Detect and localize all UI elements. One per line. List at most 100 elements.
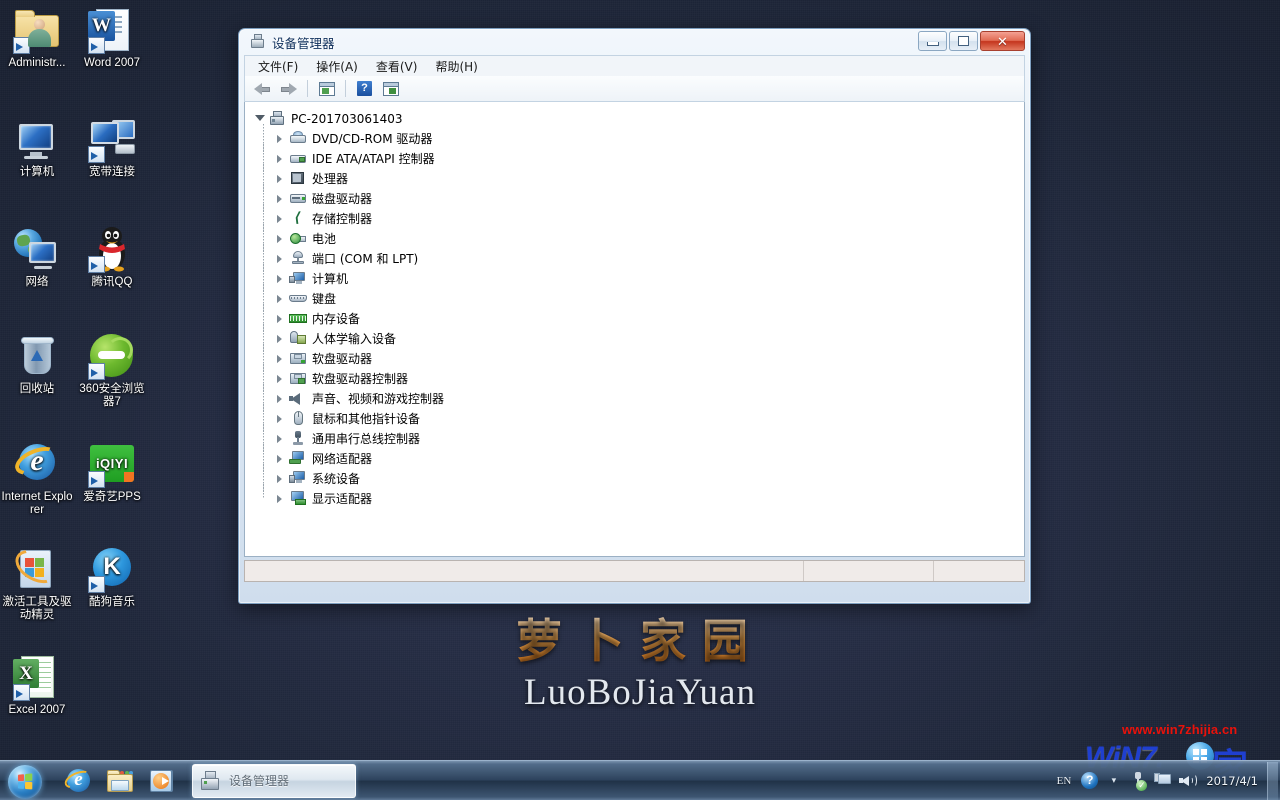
- desktop-icon-administrator[interactable]: Administr...: [0, 6, 74, 70]
- device-tree-panel[interactable]: PC-201703061403 DVD/CD-ROM 驱动器 IDE ATA/A…: [244, 102, 1025, 557]
- volume-icon[interactable]: [1179, 771, 1198, 790]
- properties-icon: [383, 81, 399, 96]
- expand-collapse-toggle[interactable]: [274, 292, 287, 305]
- menu-item-file[interactable]: 文件(F): [249, 56, 307, 77]
- tree-node-keyboard[interactable]: 键盘: [253, 284, 1024, 312]
- window-titlebar[interactable]: 设备管理器 ✕: [244, 29, 1025, 55]
- tree-node-label: PC-201703061403: [291, 111, 403, 126]
- expand-collapse-toggle[interactable]: [274, 452, 287, 465]
- taskbar-button-device-manager[interactable]: 设备管理器: [192, 763, 356, 798]
- tree-node-processor[interactable]: 处理器: [253, 164, 1024, 192]
- expand-collapse-toggle[interactable]: [274, 392, 287, 405]
- toolbar[interactable]: ?: [244, 76, 1025, 102]
- menu-item-help[interactable]: 帮助(H): [426, 56, 486, 77]
- tree-node-label: 软盘驱动器控制器: [312, 372, 409, 386]
- desktop-icon-iqiyi-pps[interactable]: iQIYI 爱奇艺PPS: [75, 440, 149, 504]
- tree-node-disk-drives[interactable]: 磁盘驱动器: [253, 184, 1024, 212]
- expand-collapse-toggle[interactable]: [274, 492, 287, 505]
- expand-collapse-toggle[interactable]: [274, 472, 287, 485]
- disk-drive-icon: [289, 190, 307, 206]
- quick-launch-bar[interactable]: e: [62, 766, 176, 795]
- expand-collapse-toggle[interactable]: [274, 192, 287, 205]
- show-hidden-icons-chevron[interactable]: ▾: [1104, 771, 1123, 790]
- desktop[interactable]: Administr... W Word 2007 计算机 宽带连接 网络 腾讯Q…: [0, 0, 1280, 800]
- taskbar-window-buttons[interactable]: 设备管理器: [192, 763, 356, 798]
- forward-button[interactable]: [277, 78, 300, 100]
- desktop-icon-network[interactable]: 网络: [0, 225, 74, 289]
- action-center-icon[interactable]: ?: [1081, 772, 1099, 789]
- expand-collapse-toggle[interactable]: [274, 272, 287, 285]
- language-indicator[interactable]: EN: [1057, 775, 1072, 787]
- tree-node-display-adapter[interactable]: 显示适配器: [253, 484, 1024, 508]
- desktop-icon-broadband[interactable]: 宽带连接: [75, 115, 149, 179]
- close-button[interactable]: ✕: [980, 31, 1025, 51]
- expand-collapse-toggle[interactable]: [274, 332, 287, 345]
- expand-collapse-toggle[interactable]: [274, 412, 287, 425]
- device-manager-window[interactable]: 设备管理器 ✕ 文件(F) 操作(A) 查看(V) 帮助(H) ? PC-201…: [238, 28, 1031, 604]
- minimize-button[interactable]: [918, 31, 947, 51]
- show-desktop-button[interactable]: [1267, 761, 1278, 800]
- desktop-icon-kugou-music[interactable]: K 酷狗音乐: [75, 545, 149, 609]
- desktop-icon-recycle-bin[interactable]: 回收站: [0, 332, 74, 396]
- forward-arrow-icon: [280, 82, 297, 95]
- expand-collapse-toggle[interactable]: [253, 112, 266, 125]
- back-button[interactable]: [251, 78, 274, 100]
- taskbar[interactable]: e 设备管理器 EN ? ▾ ✓ 2017/4/1: [0, 760, 1280, 800]
- network-icon[interactable]: [1154, 771, 1173, 790]
- menu-item-action[interactable]: 操作(A): [307, 56, 367, 77]
- tree-node-computer[interactable]: 计算机: [253, 264, 1024, 292]
- ports-icon: [289, 250, 307, 266]
- start-button[interactable]: [2, 762, 50, 800]
- maximize-button[interactable]: [949, 31, 978, 51]
- desktop-icon-label: Internet Explorer: [1, 491, 73, 516]
- expand-collapse-toggle[interactable]: [274, 352, 287, 365]
- tree-node-floppy-drive[interactable]: 软盘驱动器: [253, 344, 1024, 372]
- expand-collapse-toggle[interactable]: [274, 372, 287, 385]
- wallpaper-logo: 萝卜家园 LuoBoJiaYuan: [0, 612, 1280, 716]
- expand-collapse-toggle[interactable]: [274, 172, 287, 185]
- tree-node-ports[interactable]: 端口 (COM 和 LPT): [253, 244, 1024, 272]
- tree-node-sound-video-game[interactable]: 声音、视频和游戏控制器: [253, 384, 1024, 412]
- quick-launch-internet-explorer[interactable]: e: [62, 766, 94, 795]
- desktop-icon-internet-explorer[interactable]: e Internet Explorer: [0, 440, 74, 517]
- show-hide-console-tree-icon: [319, 81, 335, 96]
- quick-launch-media-player[interactable]: [148, 767, 176, 795]
- desktop-icon-word-2007[interactable]: W Word 2007: [75, 6, 149, 70]
- expand-collapse-toggle[interactable]: [274, 132, 287, 145]
- quick-launch-windows-explorer[interactable]: [106, 767, 134, 795]
- system-tray[interactable]: EN ? ▾ ✓ 2017/4/1: [1057, 761, 1280, 800]
- safely-remove-hardware-icon[interactable]: ✓: [1129, 771, 1148, 791]
- tree-node-label: 鼠标和其他指针设备: [312, 412, 421, 426]
- windows-flag-icon: [17, 772, 35, 792]
- help-icon: ?: [357, 80, 372, 96]
- expand-collapse-toggle[interactable]: [274, 232, 287, 245]
- tree-node-network-adapter[interactable]: 网络适配器: [253, 444, 1024, 472]
- ide-controller-icon: [289, 150, 307, 166]
- expand-collapse-toggle[interactable]: [274, 252, 287, 265]
- menu-bar[interactable]: 文件(F) 操作(A) 查看(V) 帮助(H): [244, 55, 1025, 76]
- tree-node-hid[interactable]: 人体学输入设备: [253, 324, 1024, 352]
- properties-button[interactable]: [379, 78, 402, 100]
- expand-collapse-toggle[interactable]: [274, 212, 287, 225]
- expand-collapse-toggle[interactable]: [274, 432, 287, 445]
- expand-collapse-toggle[interactable]: [274, 152, 287, 165]
- desktop-icon-activation-tool[interactable]: 激活工具及驱动精灵: [0, 543, 74, 622]
- tree-node-dvd-cdrom[interactable]: DVD/CD-ROM 驱动器: [253, 124, 1024, 152]
- tree-root-node[interactable]: PC-201703061403: [253, 108, 1024, 128]
- tree-node-floppy-controller[interactable]: 软盘驱动器控制器: [253, 364, 1024, 392]
- tree-node-battery[interactable]: 电池: [253, 224, 1024, 252]
- menu-item-view[interactable]: 查看(V): [367, 56, 427, 77]
- expand-collapse-toggle[interactable]: [274, 312, 287, 325]
- desktop-icon-computer[interactable]: 计算机: [0, 115, 74, 179]
- tree-node-storage-controller[interactable]: ⟨ 存储控制器: [253, 204, 1024, 232]
- tree-node-usb-controller[interactable]: 通用串行总线控制器: [253, 424, 1024, 452]
- desktop-icon-qq[interactable]: 腾讯QQ: [75, 225, 149, 289]
- show-console-tree-button[interactable]: [315, 78, 338, 100]
- help-button[interactable]: ?: [353, 78, 376, 100]
- tree-node-ide-controller[interactable]: IDE ATA/ATAPI 控制器: [253, 144, 1024, 172]
- clock[interactable]: 2017/4/1: [1201, 762, 1267, 800]
- tree-node-system-devices[interactable]: 系统设备: [253, 464, 1024, 492]
- tree-node-mouse[interactable]: 鼠标和其他指针设备: [253, 404, 1024, 432]
- desktop-icon-360-browser[interactable]: 360安全浏览器7: [75, 332, 149, 409]
- tree-node-memory-devices[interactable]: 内存设备: [253, 304, 1024, 332]
